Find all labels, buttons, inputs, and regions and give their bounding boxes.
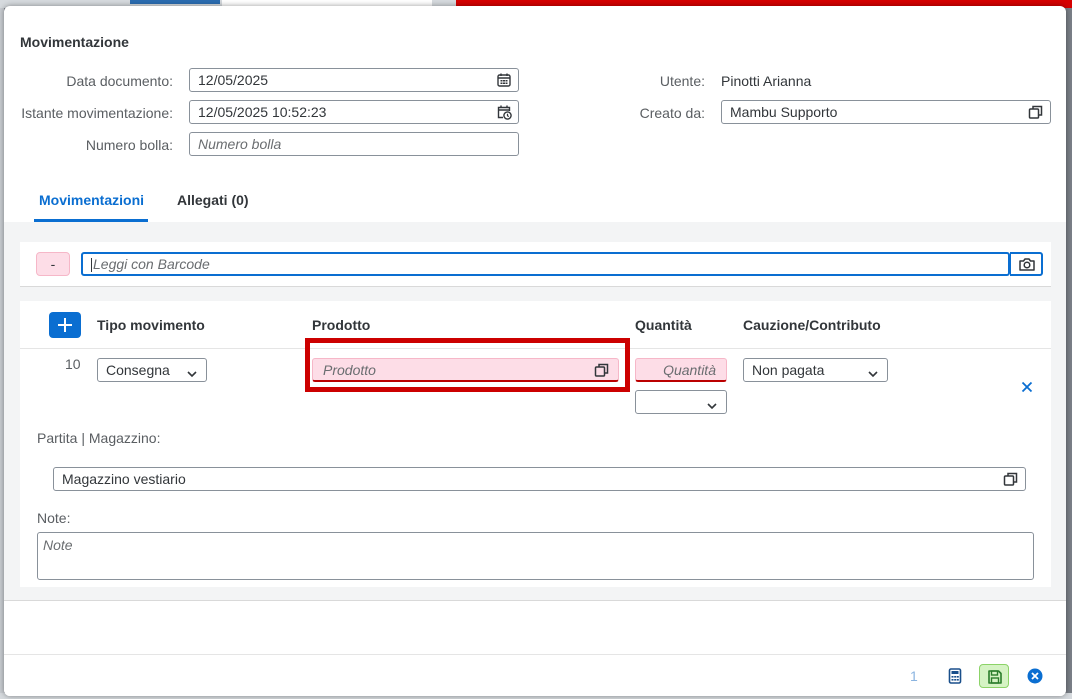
utente-label: Utente: [659,73,705,89]
tipo-movimento-select[interactable]: Consegna [97,358,207,382]
camera-icon [1018,256,1036,272]
dialog-footer: 1 [4,654,1066,696]
minus-button[interactable]: - [36,252,70,276]
delete-row-icon[interactable] [1021,380,1033,396]
istante-movimentazione-field[interactable]: 12/05/2025 10:52:23 [189,100,519,124]
data-documento-label: Data documento: [66,73,173,89]
creato-da-field[interactable]: Mambu Supporto [721,100,1051,124]
close-circle-icon [1027,668,1043,684]
movimenti-table: Tipo movimento Prodotto Quantità Cauzion… [20,301,1051,587]
column-header-tipo-movimento: Tipo movimento [97,317,205,333]
note-label: Note: [37,510,71,526]
numero-bolla-label: Numero bolla: [85,137,173,153]
chevron-down-icon [186,364,198,386]
camera-button[interactable] [1010,252,1043,276]
page-number: 1 [910,668,918,684]
unit-select[interactable] [635,390,727,414]
tab-movimentazioni[interactable]: Movimentazioni [39,192,144,208]
column-header-prodotto: Prodotto [312,317,371,333]
add-row-button[interactable] [49,312,81,338]
quantita-input[interactable]: Quantità [635,358,727,382]
partita-magazzino-label: Partita | Magazzino: [37,430,161,446]
cancel-button[interactable] [1020,664,1050,688]
chevron-down-icon [867,364,879,386]
calendar-icon[interactable] [496,72,512,88]
value-help-icon[interactable] [1003,471,1019,487]
tab-bar: Movimentazioni Allegati (0) [4,182,1066,223]
dialog-title: Movimentazione [20,34,129,50]
magazzino-field[interactable]: Magazzino vestiario [53,467,1026,491]
highlight-box [305,338,630,392]
column-header-cauzione: Cauzione/Contributo [743,317,881,333]
chevron-down-icon [706,396,718,418]
creato-da-label: Creato da: [639,105,705,121]
calculator-icon [948,668,962,684]
plus-icon [56,316,74,334]
istante-movimentazione-label: Istante movimentazione: [21,105,173,121]
note-textarea[interactable]: Note [37,532,1034,580]
barcode-row: - Leggi con Barcode [20,242,1051,287]
calculator-button[interactable] [941,664,971,688]
tab-allegati[interactable]: Allegati (0) [177,192,249,208]
datetime-icon[interactable] [496,104,512,120]
movimentazione-dialog: Movimentazione Data documento: 12/05/202… [4,6,1066,696]
barcode-input[interactable]: Leggi con Barcode [81,252,1010,276]
movimentazioni-content: - Leggi con Barcode Tipo movimento Prodo… [4,222,1066,601]
save-icon [987,669,1003,685]
save-button[interactable] [979,664,1009,688]
utente-value: Pinotti Arianna [721,73,812,89]
value-help-icon[interactable] [1028,104,1044,120]
data-documento-field[interactable]: 12/05/2025 [189,68,519,92]
column-header-quantita: Quantità [635,317,692,333]
numero-bolla-input[interactable]: Numero bolla [189,132,519,156]
text-cursor [91,258,92,273]
cauzione-select[interactable]: Non pagata [743,358,888,382]
row-number: 10 [65,356,81,372]
